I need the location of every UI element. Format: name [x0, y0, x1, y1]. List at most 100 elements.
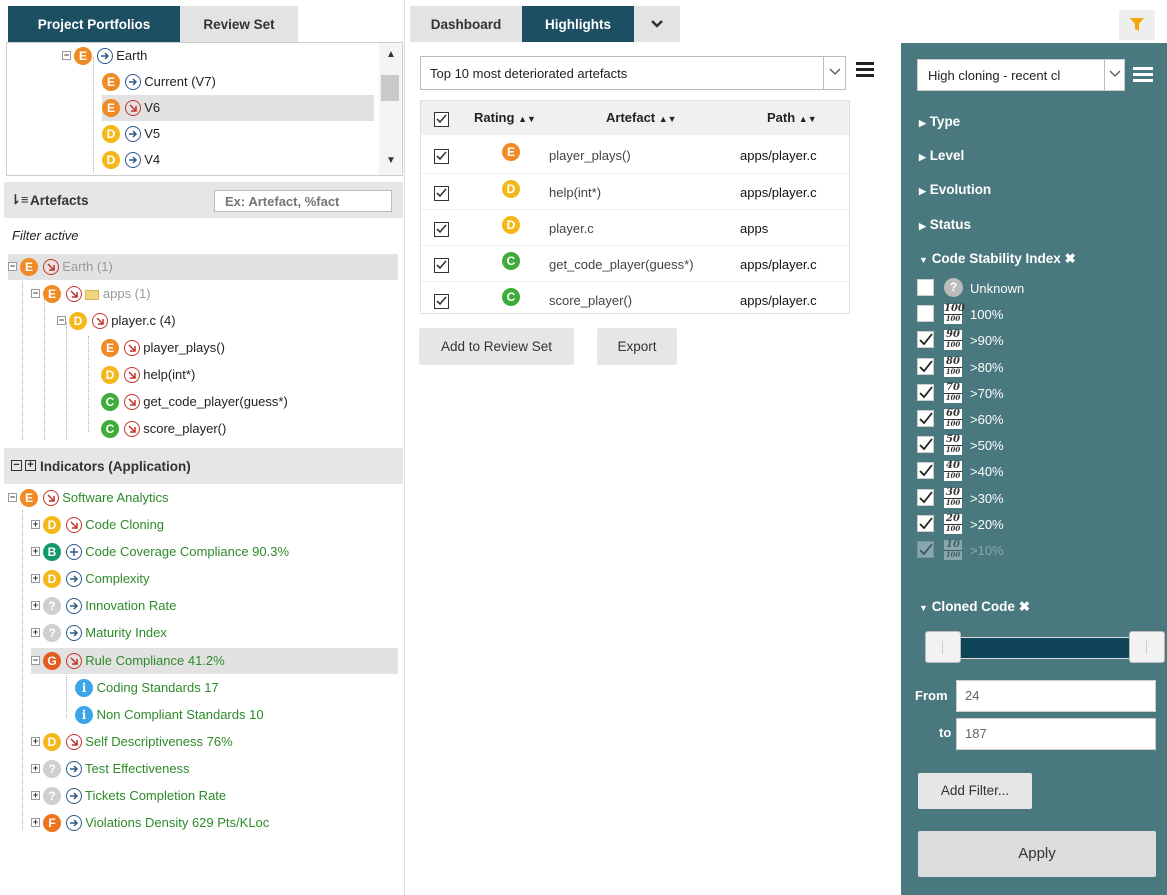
collapse-icon[interactable]: − — [8, 493, 17, 503]
indicator-node[interactable]: + B Code Coverage Compliance 90.3% — [31, 539, 289, 565]
expand-icon[interactable]: + — [31, 547, 40, 557]
filter-section-csi[interactable]: ▼ Code Stability Index ✖ — [919, 251, 1076, 267]
add-to-review-set-button[interactable]: Add to Review Set — [419, 328, 574, 365]
filter-section-cloned-code[interactable]: ▼ Cloned Code ✖ — [919, 599, 1030, 615]
filter-section-evolution[interactable]: ▶ Evolution — [919, 182, 991, 197]
scrollbar[interactable]: ▲ ▼ — [379, 43, 401, 175]
remove-filter-icon[interactable]: ✖ — [1019, 599, 1030, 614]
tab-dashboard[interactable]: Dashboard — [410, 6, 522, 42]
option-checkbox[interactable] — [917, 436, 934, 454]
portfolio-node[interactable]: − E Earth — [62, 43, 147, 69]
csi-option[interactable]: 90 100 >90% — [901, 329, 1167, 353]
artefact-cell[interactable]: get_code_player(guess*) — [549, 257, 694, 272]
collapse-icon[interactable]: − — [62, 51, 71, 61]
table-row[interactable]: Eplayer_plays() apps/player.c — [421, 137, 849, 173]
artefact-node[interactable]: − E apps (1) — [31, 281, 151, 307]
scroll-down-icon[interactable]: ▼ — [386, 155, 396, 166]
highlights-select[interactable]: Top 10 most deteriorated artefacts — [420, 56, 846, 90]
csi-option[interactable]: 70 100 >70% — [901, 382, 1167, 406]
table-row[interactable]: Cscore_player() apps/player.c — [421, 281, 849, 317]
option-checkbox[interactable] — [917, 305, 934, 323]
option-checkbox[interactable] — [917, 331, 934, 349]
collapse-icon[interactable]: − — [31, 289, 40, 299]
row-checkbox[interactable] — [434, 294, 449, 310]
select-all-checkbox[interactable] — [434, 112, 449, 128]
row-checkbox[interactable] — [434, 258, 449, 274]
collapse-icon[interactable]: − — [31, 656, 40, 666]
indicator-node[interactable]: + D Self Descriptiveness 76% — [31, 729, 233, 755]
expand-icon[interactable]: + — [31, 628, 40, 638]
artefact-search-input[interactable] — [214, 190, 392, 212]
collapse-icon[interactable]: − — [57, 316, 66, 326]
col-rating[interactable]: Rating ▲▼ — [474, 110, 536, 125]
range-slider-track[interactable] — [931, 637, 1141, 659]
artefact-node[interactable]: − E Earth (1) — [8, 254, 398, 280]
menu-icon[interactable] — [856, 62, 874, 78]
option-checkbox[interactable] — [917, 488, 934, 506]
from-input[interactable]: 24 — [956, 680, 1156, 712]
expand-icon[interactable]: + — [31, 574, 40, 584]
csi-option[interactable]: 80 100 >80% — [901, 356, 1167, 380]
option-checkbox[interactable] — [917, 357, 934, 375]
option-checkbox[interactable] — [917, 514, 934, 532]
indicator-node[interactable]: +? Innovation Rate — [31, 593, 176, 619]
expand-icon[interactable]: + — [31, 818, 40, 828]
collapse-icon[interactable]: − — [8, 262, 17, 272]
range-slider-max-handle[interactable] — [1129, 631, 1165, 663]
csi-option[interactable]: ? Unknown — [901, 277, 1167, 301]
filter-toggle-button[interactable] — [1119, 10, 1155, 40]
indicator-node[interactable]: + F Violations Density 629 Pts/KLoc — [31, 810, 269, 836]
indicator-node[interactable]: +? Maturity Index — [31, 620, 167, 646]
indicator-node[interactable]: i Coding Standards 17 — [75, 675, 219, 701]
apply-button[interactable]: Apply — [918, 831, 1156, 877]
collapse-all-icon[interactable]: − — [11, 460, 22, 471]
remove-filter-icon[interactable]: ✖ — [1064, 251, 1075, 266]
artefact-cell[interactable]: player_plays() — [549, 148, 631, 163]
artefact-node[interactable]: C score_player() — [101, 416, 226, 442]
range-slider-min-handle[interactable] — [925, 631, 961, 663]
expand-icon[interactable]: + — [31, 737, 40, 747]
option-checkbox[interactable] — [917, 279, 934, 296]
tab-highlights[interactable]: Highlights — [522, 6, 634, 42]
scroll-thumb[interactable] — [381, 75, 399, 101]
col-artefact[interactable]: Artefact ▲▼ — [606, 110, 677, 125]
option-checkbox[interactable] — [917, 410, 934, 427]
indicator-node[interactable]: +? Test Effectiveness — [31, 756, 190, 782]
add-filter-button[interactable]: Add Filter... — [918, 773, 1032, 809]
indicator-node[interactable]: +? Tickets Completion Rate — [31, 783, 226, 809]
table-row[interactable]: Dplayer.c apps — [421, 209, 849, 245]
indicator-node[interactable]: + D Complexity — [31, 566, 150, 592]
artefact-node[interactable]: C get_code_player(guess*) — [101, 389, 288, 415]
indicator-node[interactable]: − G Rule Compliance 41.2% — [31, 648, 398, 674]
csi-option[interactable]: 50 100 >50% — [901, 434, 1167, 458]
table-row[interactable]: Dhelp(int*) apps/player.c — [421, 173, 849, 209]
csi-option[interactable]: 100 100 100% — [901, 303, 1167, 327]
tab-review-set[interactable]: Review Set — [180, 6, 298, 42]
row-checkbox[interactable] — [434, 222, 449, 238]
portfolio-node[interactable]: E Current (V7) — [102, 69, 216, 95]
filter-section-type[interactable]: ▶ Type — [919, 114, 960, 129]
option-checkbox[interactable] — [917, 462, 934, 480]
indicator-node[interactable]: + D Code Cloning — [31, 512, 164, 538]
table-row[interactable]: Cget_code_player(guess*) apps/player.c — [421, 245, 849, 281]
expand-icon[interactable]: + — [31, 791, 40, 801]
col-path[interactable]: Path ▲▼ — [767, 110, 817, 125]
expand-icon[interactable]: + — [31, 601, 40, 611]
artefact-cell[interactable]: help(int*) — [549, 185, 601, 200]
artefact-node[interactable]: E player_plays() — [101, 335, 225, 361]
dropdown-arrow-icon[interactable] — [823, 57, 846, 89]
csi-option[interactable]: 10 100 >10% — [901, 539, 1167, 563]
scroll-up-icon[interactable]: ▲ — [386, 49, 396, 60]
csi-option[interactable]: 60 100 >60% — [901, 408, 1167, 432]
csi-option[interactable]: 30 100 >30% — [901, 487, 1167, 511]
expand-icon[interactable]: + — [31, 764, 40, 774]
tab-more[interactable] — [634, 6, 680, 42]
row-checkbox[interactable] — [434, 149, 449, 165]
artefact-cell[interactable]: score_player() — [549, 293, 632, 308]
filter-section-level[interactable]: ▶ Level — [919, 148, 964, 163]
filter-menu-icon[interactable] — [1133, 67, 1153, 83]
csi-option[interactable]: 20 100 >20% — [901, 513, 1167, 537]
artefact-node[interactable]: D help(int*) — [101, 362, 195, 388]
expand-icon[interactable]: + — [31, 520, 40, 530]
tab-project-portfolios[interactable]: Project Portfolios — [8, 6, 180, 42]
